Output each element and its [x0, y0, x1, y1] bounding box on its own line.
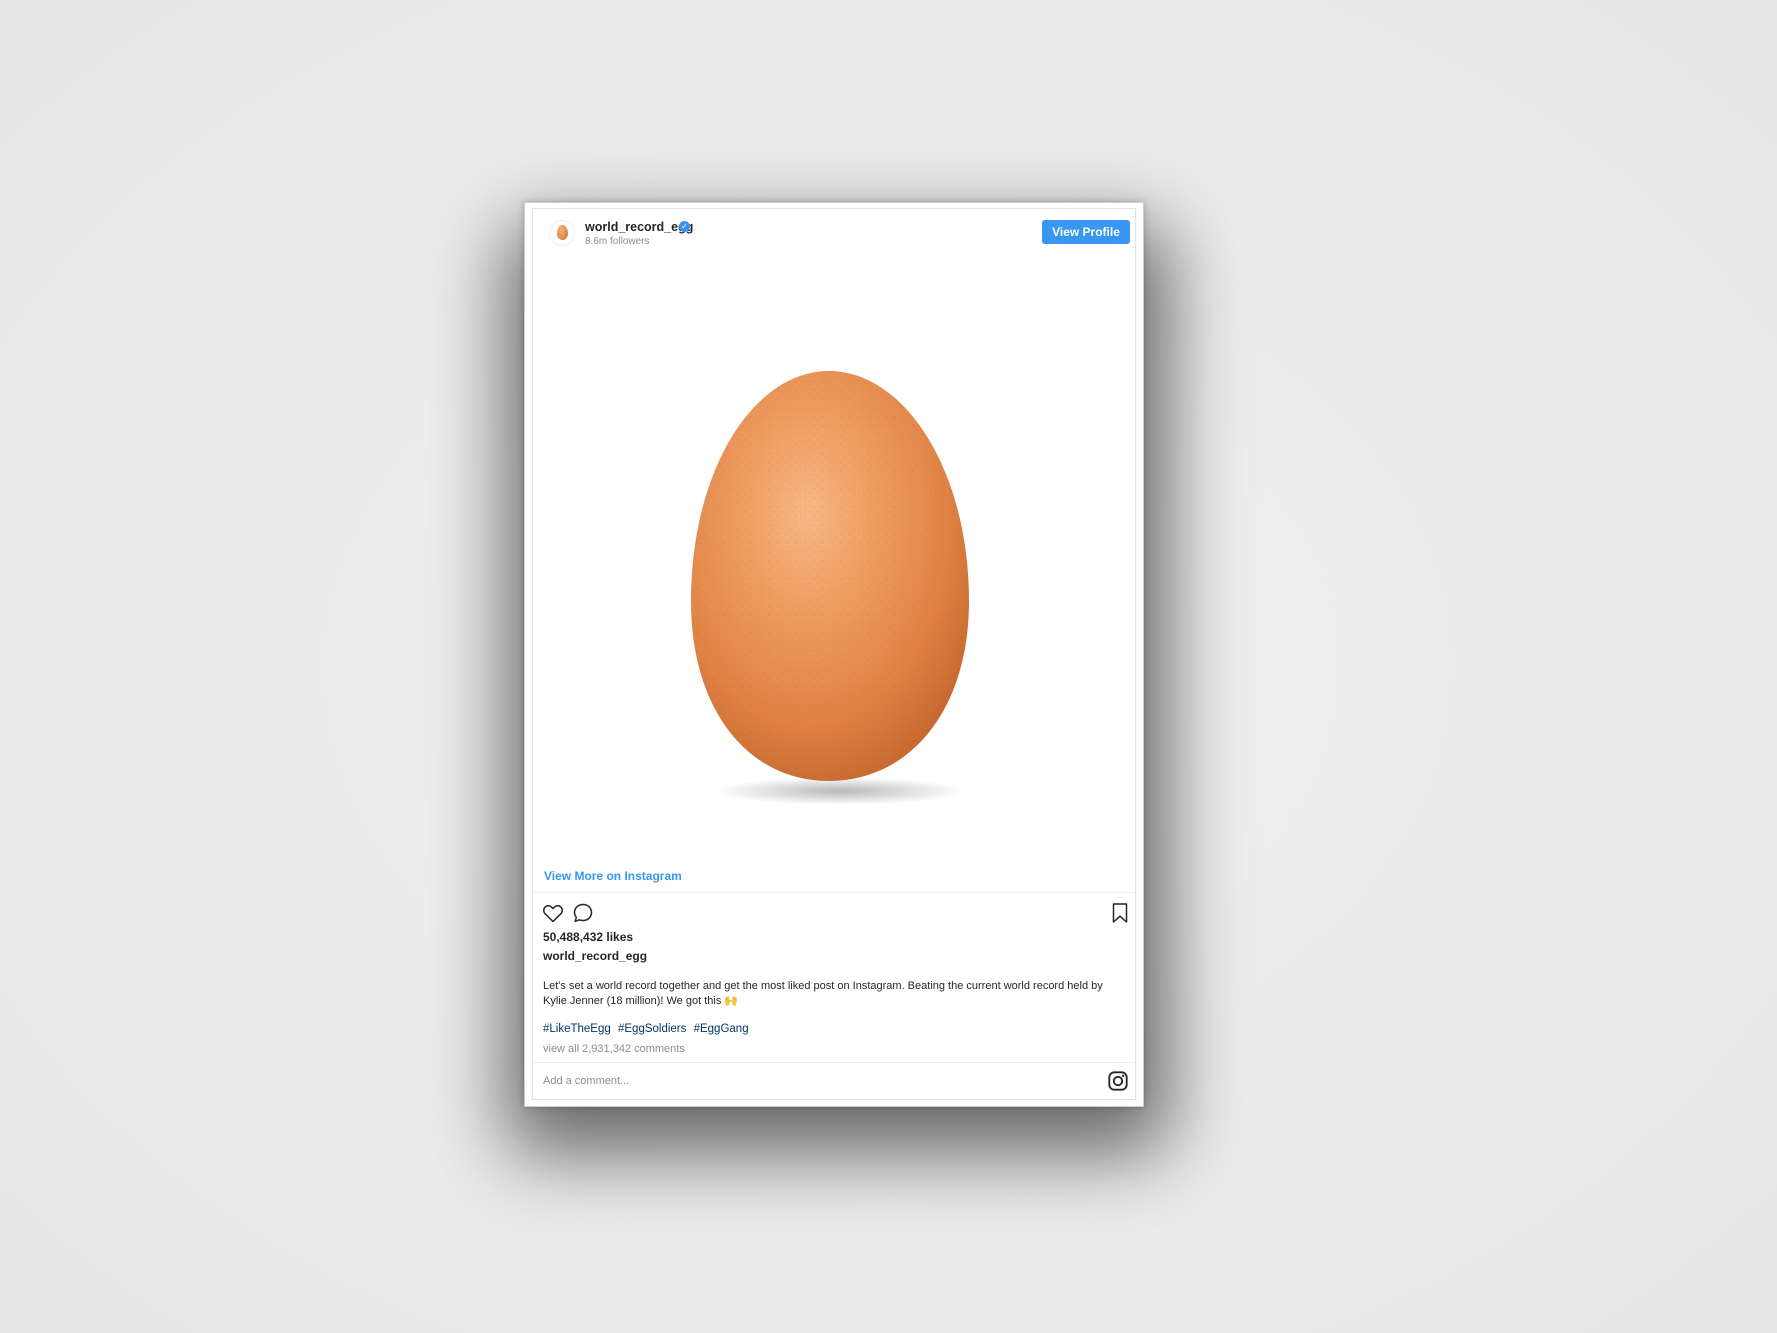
post-header: world_record_egg ✓ 8.6m followers View P…	[533, 209, 1135, 261]
like-count[interactable]: 50,488,432 likes	[543, 930, 633, 944]
avatar[interactable]	[549, 220, 575, 246]
comment-bubble-icon[interactable]	[571, 901, 595, 925]
caption-text: Let's set a world record together and ge…	[543, 980, 1103, 1007]
avatar-egg-image	[557, 225, 568, 240]
egg-shadow	[715, 777, 965, 805]
instagram-post-card: world_record_egg ✓ 8.6m followers View P…	[532, 208, 1136, 1100]
bookmark-icon[interactable]	[1108, 901, 1132, 925]
caption-username[interactable]: world_record_egg	[543, 949, 647, 963]
view-profile-button[interactable]: View Profile	[1042, 220, 1130, 244]
embedded-post-frame: world_record_egg ✓ 8.6m followers View P…	[524, 202, 1144, 1107]
post-image[interactable]	[533, 261, 1135, 871]
hashtag-link[interactable]: #EggGang	[694, 1023, 749, 1035]
instagram-logo-icon[interactable]	[1107, 1070, 1129, 1092]
username[interactable]: world_record_egg	[585, 220, 693, 234]
egg-speckle-texture	[691, 371, 969, 781]
egg-photo	[691, 371, 969, 805]
comment-input[interactable]	[543, 1068, 1063, 1094]
view-more-link[interactable]: View More on Instagram	[544, 869, 682, 883]
hashtag-link[interactable]: #LikeTheEgg	[543, 1023, 611, 1035]
verified-badge-icon: ✓	[679, 221, 690, 232]
follower-count: 8.6m followers	[585, 236, 650, 247]
divider	[533, 1062, 1135, 1063]
hashtag-link[interactable]: #EggSoldiers	[618, 1023, 686, 1035]
divider	[533, 892, 1135, 893]
hashtag-list: #LikeTheEgg #EggSoldiers #EggGang	[543, 1023, 753, 1035]
view-all-comments-link[interactable]: view all 2,931,342 comments	[543, 1043, 685, 1055]
heart-icon[interactable]	[541, 901, 565, 925]
